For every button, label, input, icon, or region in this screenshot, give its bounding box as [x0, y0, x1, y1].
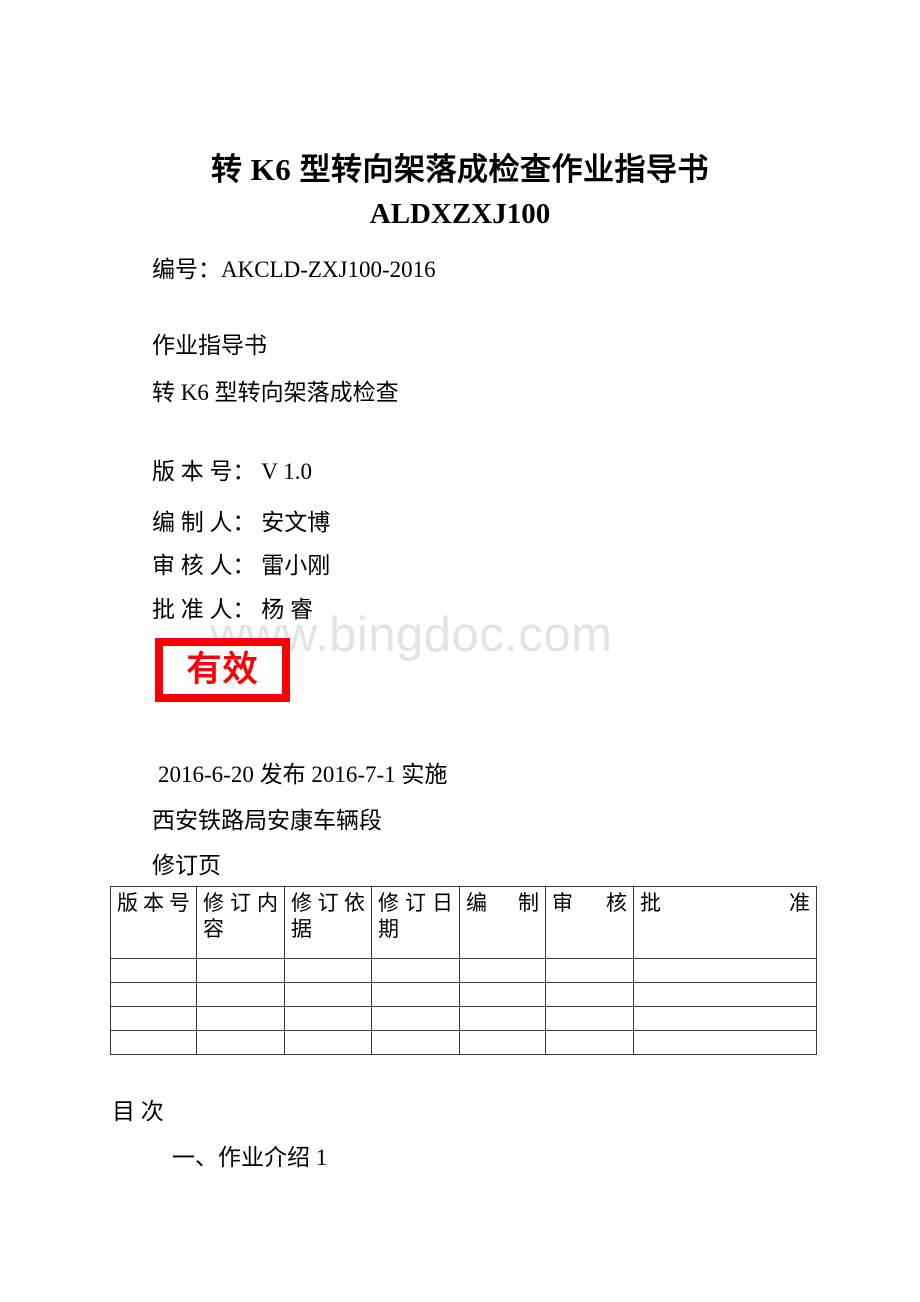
table-header-cell: 版本号	[110, 886, 197, 959]
table-cell[interactable]	[371, 982, 460, 1007]
document-page: www.bingdoc.com 转 K6 型转向架落成检查作业指导书 ALDXZ…	[0, 0, 920, 1302]
approver-line: 批 准 人： 杨 睿	[152, 597, 313, 622]
page-title: 转 K6 型转向架落成检查作业指导书 ALDXZXJ100	[0, 148, 920, 236]
table-cell[interactable]	[459, 1030, 546, 1055]
document-kind: 作业指导书	[152, 333, 267, 358]
document-subject: 转 K6 型转向架落成检查	[152, 380, 399, 405]
validity-stamp: 有效	[155, 638, 290, 702]
table-cell[interactable]	[545, 958, 634, 983]
table-cell[interactable]	[545, 982, 634, 1007]
table-row	[110, 958, 817, 983]
table-cell[interactable]	[545, 1030, 634, 1055]
table-cell[interactable]	[284, 1006, 372, 1031]
table-cell[interactable]	[459, 958, 546, 983]
page-title-line-2: ALDXZXJ100	[369, 198, 551, 230]
page-title-line-1: 转 K6 型转向架落成检查作业指导书	[210, 152, 710, 187]
table-cell[interactable]	[196, 1006, 285, 1031]
table-row	[110, 1006, 817, 1031]
table-row	[110, 982, 817, 1007]
table-header-cell: 修订内容	[196, 886, 285, 959]
table-cell[interactable]	[196, 1030, 285, 1055]
revision-page-label: 修订页	[152, 853, 221, 878]
table-cell[interactable]	[196, 958, 285, 983]
table-cell[interactable]	[371, 1006, 460, 1031]
table-cell[interactable]	[284, 1030, 372, 1055]
table-cell[interactable]	[633, 958, 817, 983]
toc-title: 目 次	[112, 1099, 164, 1124]
validity-stamp-label: 有效	[186, 649, 259, 690]
writer-line: 编 制 人： 安文博	[152, 510, 331, 535]
table-row	[110, 1030, 817, 1055]
table-header-cell: 编制	[459, 886, 546, 959]
revision-table: 版本号 修订内容 修订依据 修订日期 编制 审核 批准	[110, 886, 817, 1055]
table-cell[interactable]	[459, 982, 546, 1007]
table-cell[interactable]	[284, 982, 372, 1007]
table-cell[interactable]	[371, 958, 460, 983]
table-cell[interactable]	[459, 1006, 546, 1031]
table-cell[interactable]	[284, 958, 372, 983]
organization-name: 西安铁路局安康车辆段	[152, 808, 382, 833]
toc-entry: 一、作业介绍 1	[172, 1145, 328, 1170]
document-number: 编号：AKCLD-ZXJ100-2016	[152, 257, 436, 282]
version-line: 版 本 号： V 1.0	[152, 459, 312, 484]
table-cell[interactable]	[110, 982, 197, 1007]
table-header-cell: 批准	[633, 886, 817, 959]
table-header-cell: 修订依据	[284, 886, 372, 959]
table-cell[interactable]	[196, 982, 285, 1007]
table-cell[interactable]	[371, 1030, 460, 1055]
table-header-row: 版本号 修订内容 修订依据 修订日期 编制 审核 批准	[110, 886, 817, 959]
table-cell[interactable]	[110, 958, 197, 983]
table-cell[interactable]	[110, 1006, 197, 1031]
table-cell[interactable]	[633, 1030, 817, 1055]
reviewer-line: 审 核 人： 雷小刚	[152, 553, 331, 578]
table-cell[interactable]	[633, 982, 817, 1007]
table-header-cell: 修订日期	[371, 886, 460, 959]
table-header-cell: 审核	[545, 886, 634, 959]
table-cell[interactable]	[110, 1030, 197, 1055]
table-cell[interactable]	[633, 1006, 817, 1031]
publish-implement-dates: 2016-6-20 发布 2016-7-1 实施	[158, 762, 448, 787]
table-cell[interactable]	[545, 1006, 634, 1031]
